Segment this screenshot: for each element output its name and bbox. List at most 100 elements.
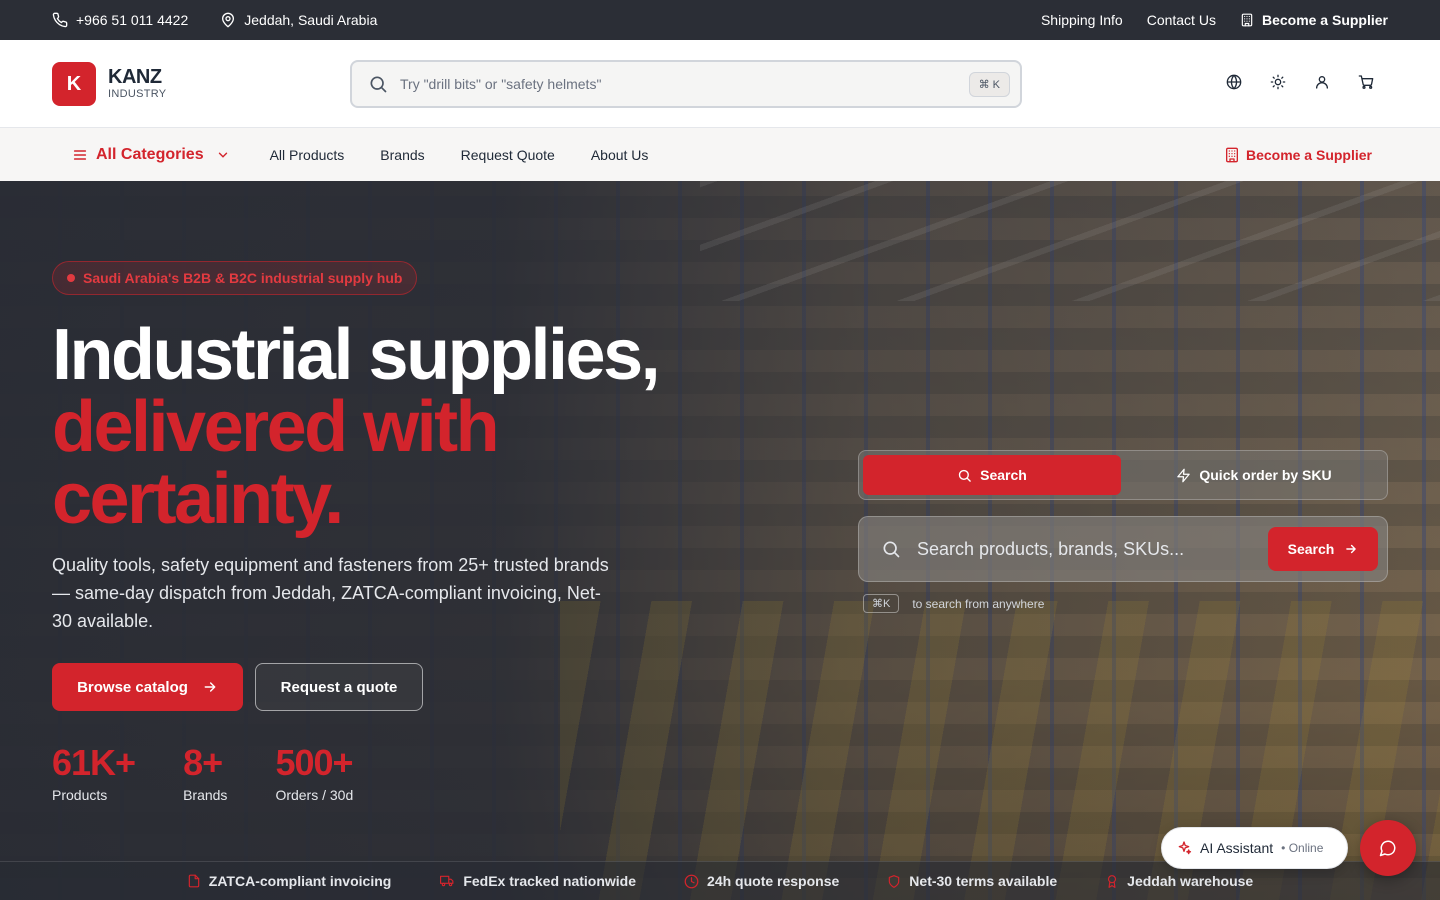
feature-item: Net-30 terms available (887, 873, 1057, 889)
hero-stats: 61K+ Products 8+ Brands 500+ Orders / 30… (52, 741, 401, 805)
header-search-box[interactable]: ⌘ K (350, 60, 1022, 108)
top-become-supplier-link[interactable]: Become a Supplier (1240, 12, 1388, 28)
hero-section: Saudi Arabia's B2B & B2C industrial supp… (0, 181, 1440, 900)
building-icon (1240, 13, 1254, 27)
phone-text: +966 51 011 4422 (76, 12, 189, 28)
stat-label: Orders / 30d (275, 787, 354, 803)
feature-label: Net-30 terms available (909, 873, 1058, 889)
clock-icon (684, 874, 699, 889)
hero-badge-text: Saudi Arabia's B2B & B2C industrial supp… (83, 270, 403, 286)
hero-search-button[interactable]: Search (1268, 527, 1378, 571)
location-text: Jeddah, Saudi Arabia (244, 12, 378, 28)
search-icon (881, 539, 901, 559)
feature-label: Jeddah warehouse (1127, 873, 1254, 889)
shipping-info-link[interactable]: Shipping Info (1041, 12, 1123, 28)
ai-assistant-label: AI Assistant (1200, 840, 1274, 856)
phone-icon (52, 12, 68, 28)
stat-label: Brands (183, 787, 228, 803)
feature-item: Jeddah warehouse (1105, 873, 1253, 889)
hero-title-line1: Industrial supplies, (52, 315, 661, 395)
hero-title-line3: certainty. (52, 459, 344, 539)
badge-dot-icon (67, 274, 75, 282)
nav-request-quote[interactable]: Request Quote (461, 147, 555, 163)
nav-become-supplier-label: Become a Supplier (1245, 146, 1372, 163)
header-actions (1226, 73, 1374, 91)
hero-title-line2: delivered with (52, 387, 500, 467)
main-nav: All Categories All Products Brands Reque… (0, 128, 1440, 181)
lightning-icon (1176, 468, 1191, 483)
stat-value: 8+ (183, 742, 223, 783)
tab-quick-order-sku[interactable]: Quick order by SKU (1125, 455, 1383, 495)
file-icon (187, 874, 201, 888)
user-icon[interactable] (1314, 73, 1330, 91)
top-become-supplier-label: Become a Supplier (1261, 12, 1388, 28)
top-bar: +966 51 011 4422 Jeddah, Saudi Arabia Sh… (0, 0, 1440, 40)
feature-item: FedEx tracked nationwide (439, 873, 636, 889)
phone-link[interactable]: +966 51 011 4422 (52, 12, 188, 28)
search-icon (368, 74, 388, 94)
nav-about-us[interactable]: About Us (591, 147, 649, 163)
request-quote-button[interactable]: Request a quote (255, 663, 423, 711)
brand-sub: INDUSTRY (108, 88, 167, 100)
hero-badge: Saudi Arabia's B2B & B2C industrial supp… (52, 261, 418, 295)
nav-become-supplier-link[interactable]: Become a Supplier (1224, 147, 1372, 163)
globe-icon[interactable] (1226, 73, 1242, 91)
truck-icon (439, 874, 455, 888)
arrow-right-icon (1344, 542, 1358, 556)
search-shortcut-hint: ⌘K to search from anywhere (863, 594, 1044, 613)
all-categories-label: All Categories (96, 145, 204, 163)
map-pin-icon (220, 12, 236, 28)
header-search-input[interactable] (400, 76, 969, 92)
browse-catalog-label: Browse catalog (77, 678, 188, 696)
arrow-right-icon (202, 679, 218, 695)
logo-text: KANZ INDUSTRY (108, 67, 166, 101)
hero-search-button-label: Search (1287, 541, 1335, 557)
stat-label: Products (52, 787, 108, 803)
building-icon (1224, 147, 1240, 163)
feature-item: ZATCA-compliant invoicing (187, 873, 392, 889)
shield-icon (887, 874, 901, 889)
menu-icon (72, 147, 88, 163)
logo[interactable]: K KANZ INDUSTRY (52, 62, 166, 106)
nav-brands[interactable]: Brands (380, 147, 424, 163)
feature-item: 24h quote response (684, 873, 839, 889)
shortcut-hint: ⌘ K (968, 71, 1010, 97)
shortcut-hint-text: to search from anywhere (912, 596, 1045, 611)
hero-search-input[interactable] (917, 538, 1268, 560)
hero-search-tabs: Search Quick order by SKU (858, 450, 1388, 500)
ai-assistant-status: • Online (1281, 841, 1324, 855)
brand-name: KANZ (108, 66, 162, 88)
chat-bubble-icon (1379, 839, 1397, 857)
hero-subtitle: Quality tools, safety equipment and fast… (52, 555, 609, 631)
sparkles-icon (1176, 840, 1192, 856)
chevron-down-icon (216, 148, 230, 162)
browse-catalog-button[interactable]: Browse catalog (52, 663, 243, 711)
stat-value: 61K+ (52, 742, 136, 783)
tab-sku-label: Quick order by SKU (1199, 467, 1332, 483)
feature-label: 24h quote response (707, 873, 840, 889)
hero-search-box[interactable]: Search (858, 516, 1388, 582)
sun-icon[interactable] (1270, 73, 1286, 91)
location: Jeddah, Saudi Arabia (220, 12, 377, 28)
cart-icon[interactable] (1358, 73, 1374, 91)
header: K KANZ INDUSTRY ⌘ K (0, 40, 1440, 128)
ai-assistant-pill[interactable]: AI Assistant • Online (1161, 827, 1348, 869)
stat-brands: 8+ Brands (183, 741, 227, 805)
stat-value: 500+ (275, 742, 353, 783)
search-icon (957, 468, 972, 483)
chat-fab-button[interactable] (1360, 820, 1416, 876)
stat-products: 61K+ Products (52, 741, 136, 805)
nav-all-products[interactable]: All Products (270, 147, 345, 163)
feature-label: FedEx tracked nationwide (463, 873, 637, 889)
shortcut-key: ⌘K (863, 594, 900, 613)
hero-background-ceiling (700, 181, 1440, 301)
tab-search-label: Search (980, 467, 1027, 483)
stat-orders: 500+ Orders / 30d (275, 741, 353, 805)
tab-search[interactable]: Search (863, 455, 1121, 495)
award-icon (1105, 874, 1119, 889)
feature-label: ZATCA-compliant invoicing (208, 873, 392, 889)
contact-us-link[interactable]: Contact Us (1147, 12, 1216, 28)
logo-mark: K (52, 62, 96, 106)
hero-title: Industrial supplies, delivered with cert… (52, 319, 812, 535)
all-categories-menu[interactable]: All Categories (72, 146, 230, 164)
